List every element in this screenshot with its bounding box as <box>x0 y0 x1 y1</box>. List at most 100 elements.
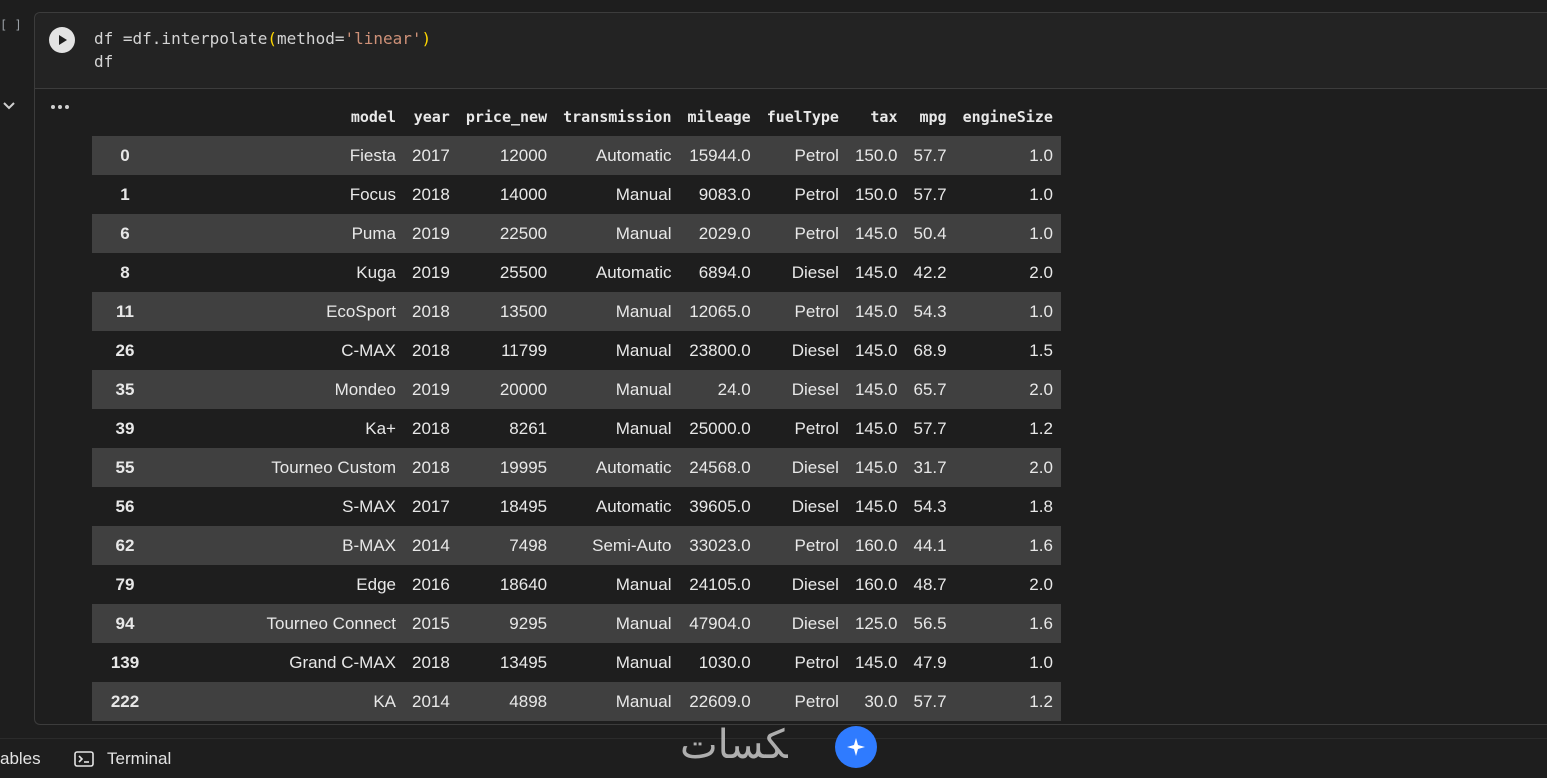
table-cell: Petrol <box>758 175 847 214</box>
execution-count: [ ] <box>0 18 22 32</box>
table-cell: 24105.0 <box>679 565 759 604</box>
table-cell: Diesel <box>758 370 847 409</box>
dataframe-table: model year price_new transmission mileag… <box>92 97 1061 721</box>
column-header: tax <box>870 107 898 126</box>
table-cell: Diesel <box>758 331 847 370</box>
row-index: 39 <box>92 409 158 448</box>
table-cell: Tourneo Connect <box>158 604 404 643</box>
table-cell: 2018 <box>404 448 458 487</box>
table-cell: Automatic <box>555 253 680 292</box>
table-cell: 2014 <box>404 526 458 565</box>
table-cell: Petrol <box>758 136 847 175</box>
table-cell: 12065.0 <box>679 292 759 331</box>
table-cell: 57.7 <box>905 409 955 448</box>
table-cell: 14000 <box>457 175 556 214</box>
table-cell: Grand C-MAX <box>158 643 404 682</box>
chevron-down-icon[interactable] <box>2 99 16 113</box>
table-cell: Manual <box>555 643 680 682</box>
table-cell: 2018 <box>404 409 458 448</box>
table-cell: 2016 <box>404 565 458 604</box>
table-cell: 54.3 <box>905 487 955 526</box>
table-cell: 1.0 <box>954 136 1061 175</box>
table-cell: 25500 <box>457 253 556 292</box>
table-cell: Diesel <box>758 448 847 487</box>
table-cell: 19995 <box>457 448 556 487</box>
play-icon <box>59 35 67 45</box>
table-cell: 1.0 <box>954 292 1061 331</box>
table-cell: 18495 <box>457 487 556 526</box>
table-cell: 6894.0 <box>679 253 759 292</box>
table-cell: 23800.0 <box>679 331 759 370</box>
table-row: 11 EcoSport 2018 13500 Manual 12065.0 Petrol 14… <box>92 292 1061 331</box>
variables-tab[interactable]: ables <box>0 749 41 769</box>
table-cell: 11799 <box>457 331 556 370</box>
table-cell: 2.0 <box>954 565 1061 604</box>
table-cell: 1.2 <box>954 409 1061 448</box>
table-cell: 20000 <box>457 370 556 409</box>
table-cell: Manual <box>555 175 680 214</box>
table-cell: 47904.0 <box>679 604 759 643</box>
terminal-tab[interactable]: Terminal <box>107 749 171 769</box>
table-cell: Diesel <box>758 487 847 526</box>
code-token: method= <box>277 29 345 48</box>
code-text[interactable]: df =df.interpolate(method='linear') df <box>94 27 431 73</box>
table-cell: Focus <box>158 175 404 214</box>
table-row: 62 B-MAX 2014 7498 Semi-Auto 33023.0 Petrol 160… <box>92 526 1061 565</box>
column-header: mpg <box>919 107 947 126</box>
table-cell: 150.0 <box>846 136 906 175</box>
table-cell: 2029.0 <box>679 214 759 253</box>
row-index: 35 <box>92 370 158 409</box>
table-cell: 24.0 <box>679 370 759 409</box>
row-index: 8 <box>92 253 158 292</box>
row-index: 1 <box>92 175 158 214</box>
table-row: 55 Tourneo Custom 2018 19995 Automatic 24568.… <box>92 448 1061 487</box>
table-cell: Mondeo <box>158 370 404 409</box>
row-index: 139 <box>92 643 158 682</box>
table-cell: Ka+ <box>158 409 404 448</box>
table-row: 79 Edge 2016 18640 Manual 24105.0 Diesel 160.0 4… <box>92 565 1061 604</box>
code-cell[interactable]: df =df.interpolate(method='linear') df m… <box>34 12 1547 725</box>
table-row: 6 Puma 2019 22500 Manual 2029.0 Petrol 145.0 50.… <box>92 214 1061 253</box>
table-cell: 30.0 <box>846 682 906 721</box>
table-cell: Edge <box>158 565 404 604</box>
table-row: 26 C-MAX 2018 11799 Manual 23800.0 Diesel 145.0… <box>92 331 1061 370</box>
table-cell: Petrol <box>758 682 847 721</box>
table-cell: 2015 <box>404 604 458 643</box>
table-cell: 22609.0 <box>679 682 759 721</box>
table-cell: 160.0 <box>846 565 906 604</box>
table-cell: 150.0 <box>846 175 906 214</box>
run-cell-button[interactable] <box>49 27 75 53</box>
bottom-bar: ables Terminal <box>0 738 1547 778</box>
table-cell: 160.0 <box>846 526 906 565</box>
table-cell: Kuga <box>158 253 404 292</box>
row-index: 6 <box>92 214 158 253</box>
table-cell: 8261 <box>457 409 556 448</box>
table-cell: 1030.0 <box>679 643 759 682</box>
table-row: 139 Grand C-MAX 2018 13495 Manual 1030.0 Petro… <box>92 643 1061 682</box>
table-header-row: model year price_new transmission mileag… <box>92 97 1061 136</box>
table-cell: 57.7 <box>905 682 955 721</box>
table-cell: 125.0 <box>846 604 906 643</box>
table-cell: 48.7 <box>905 565 955 604</box>
code-editor[interactable]: df =df.interpolate(method='linear') df <box>35 13 1547 89</box>
table-cell: EcoSport <box>158 292 404 331</box>
table-body: 0 Fiesta 2017 12000 Automatic 15944.0 Petrol 15… <box>92 136 1061 721</box>
table-cell: Automatic <box>555 136 680 175</box>
table-cell: Manual <box>555 604 680 643</box>
table-cell: 68.9 <box>905 331 955 370</box>
table-cell: 1.5 <box>954 331 1061 370</box>
more-horiz-icon[interactable] <box>51 101 71 113</box>
table-cell: 13500 <box>457 292 556 331</box>
table-row: 94 Tourneo Connect 2015 9295 Manual 47904.0 Di… <box>92 604 1061 643</box>
table-cell: 42.2 <box>905 253 955 292</box>
table-cell: 47.9 <box>905 643 955 682</box>
table-cell: Manual <box>555 682 680 721</box>
row-index: 55 <box>92 448 158 487</box>
column-header: price_new <box>465 107 548 126</box>
table-cell: 1.0 <box>954 214 1061 253</box>
column-header: model <box>350 107 396 126</box>
code-line-1: df =df.interpolate(method='linear') <box>94 29 431 48</box>
table-cell: 25000.0 <box>679 409 759 448</box>
table-cell: 56.5 <box>905 604 955 643</box>
row-index: 0 <box>92 136 158 175</box>
